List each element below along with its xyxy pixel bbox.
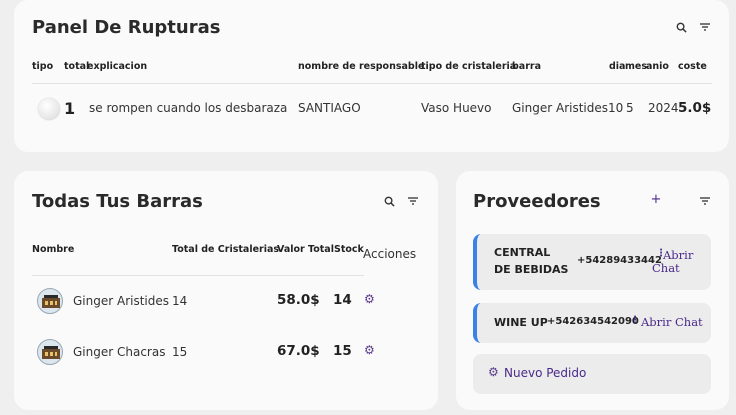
barra-nombre: Ginger Aristides	[73, 294, 170, 308]
filter-icon[interactable]	[698, 194, 712, 208]
search-icon[interactable]	[674, 20, 688, 34]
barra-stock: 14	[333, 292, 352, 308]
header-cristaleria: tipo de cristaleria	[421, 61, 517, 72]
vaso-huevo-icon	[38, 98, 60, 120]
provider-card[interactable]: CENTRAL DE BEBIDAS +54289433442 ⋮ Abrir …	[473, 234, 711, 290]
ruptura-barra: Ginger Aristides	[512, 101, 609, 115]
header-dia: dia	[609, 61, 626, 72]
header-stock: Stock	[334, 244, 364, 255]
barra-total: 15	[172, 345, 188, 359]
header-acciones: Acciones	[363, 247, 417, 261]
rupturas-divider	[32, 83, 712, 84]
ruptura-cristaleria: Vaso Huevo	[421, 101, 492, 115]
more-menu-icon[interactable]: ⋮	[630, 315, 640, 326]
settings-gear-icon[interactable]: ⚙	[364, 292, 375, 306]
ruptura-total: 1	[64, 99, 76, 118]
header-anio: anio	[646, 61, 669, 72]
barra-valor: 58.0$	[277, 292, 320, 308]
gear-icon: ⚙	[488, 365, 499, 379]
header-valor-total: Valor Total	[277, 244, 334, 255]
provider-card[interactable]: WINE UP +542634542090 ⋮ Abrir Chat	[473, 303, 711, 343]
header-explicacion: explicacion	[87, 61, 148, 72]
barra-valor: 67.0$	[277, 343, 320, 359]
header-tipo: tipo	[32, 61, 54, 72]
barra-total: 14	[172, 294, 188, 308]
ruptura-dia: 10	[608, 101, 624, 115]
ruptura-anio: 2024	[648, 101, 679, 115]
ruptura-mes: 5	[626, 101, 634, 115]
ruptura-explicacion: se rompen cuando los desbaraza	[89, 101, 288, 115]
header-responsable: nombre de responsable	[298, 61, 425, 72]
barras-panel: Todas Tus Barras Nombre Total de Cristal…	[14, 171, 438, 410]
header-coste: coste	[678, 61, 707, 72]
header-barra: barra	[512, 61, 541, 72]
open-chat-link[interactable]: Abrir Chat	[652, 249, 708, 275]
new-order-button[interactable]: ⚙ Nuevo Pedido	[473, 354, 711, 394]
rupturas-title: Panel De Rupturas	[32, 17, 221, 38]
new-order-label: Nuevo Pedido	[504, 366, 587, 380]
barras-divider	[32, 275, 364, 276]
proveedores-title: Proveedores	[473, 191, 601, 212]
filter-icon[interactable]	[406, 194, 420, 208]
open-chat-link[interactable]: Abrir Chat	[641, 315, 703, 329]
provider-name: WINE UP	[494, 316, 548, 329]
barra-stock: 15	[333, 343, 352, 359]
barras-title: Todas Tus Barras	[32, 191, 203, 212]
proveedores-panel: Proveedores + CENTRAL DE BEBIDAS +542894…	[456, 171, 729, 410]
barra-nombre: Ginger Chacras	[73, 345, 166, 359]
bar-logo-icon	[37, 288, 63, 314]
provider-phone: +54289433442	[577, 255, 662, 266]
filter-icon[interactable]	[698, 20, 712, 34]
search-icon[interactable]	[382, 194, 396, 208]
header-total: total	[64, 61, 90, 72]
header-total-cristalerias: Total de Cristalerias	[172, 244, 280, 255]
header-mes: mes	[625, 61, 647, 72]
header-nombre: Nombre	[32, 244, 75, 255]
ruptura-responsable: SANTIAGO	[298, 101, 361, 115]
add-provider-button[interactable]: +	[649, 192, 663, 207]
ruptura-coste: 5.0$	[678, 100, 712, 116]
provider-phone: +542634542090	[547, 316, 639, 327]
rupturas-panel: Panel De Rupturas tipo total explicacion…	[14, 0, 729, 152]
provider-name: CENTRAL DE BEBIDAS	[494, 246, 569, 276]
bar-logo-icon	[37, 339, 63, 365]
settings-gear-icon[interactable]: ⚙	[364, 343, 375, 357]
